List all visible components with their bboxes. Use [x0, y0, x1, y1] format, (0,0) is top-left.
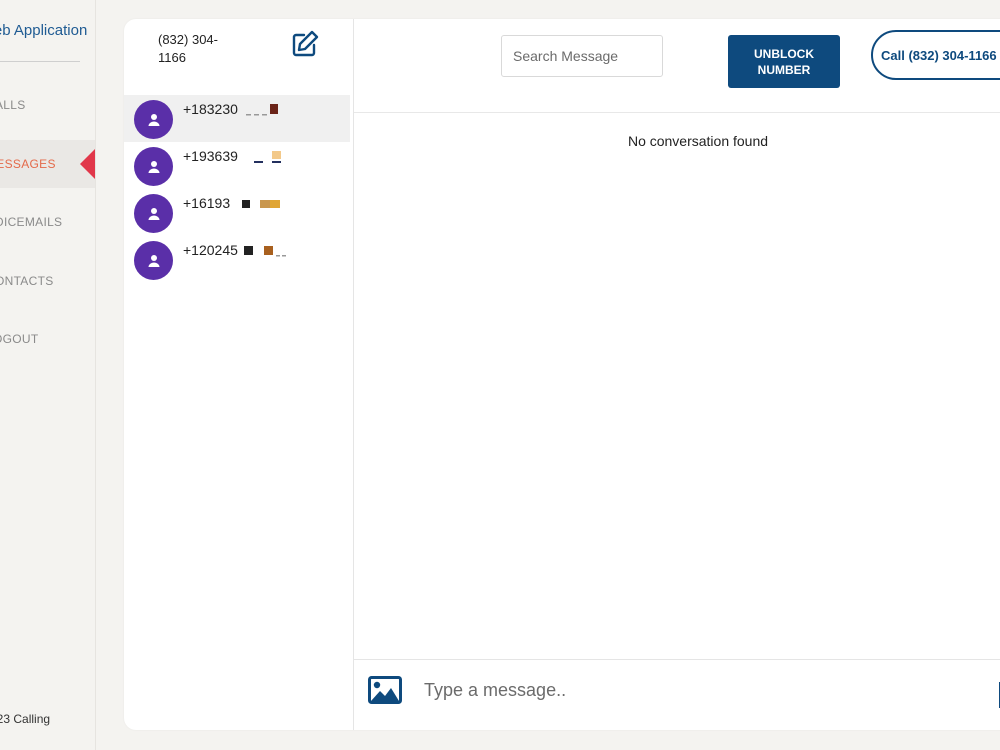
app-title: Web Application [0, 22, 88, 39]
nav-item-label: VOICEMAILS [0, 215, 63, 229]
conversation-number: +193639 [183, 148, 286, 165]
conversation-number-text: +16193 [183, 195, 231, 211]
conversation-number-text: +193639 [183, 148, 238, 164]
conversation-item[interactable]: +193639 [124, 142, 350, 189]
empty-state-text: No conversation found [627, 133, 769, 149]
user-icon [148, 113, 159, 126]
conversation-number-text: +183230 [183, 101, 238, 117]
message-composer [354, 659, 1000, 730]
divider [0, 61, 80, 62]
unblock-number-button[interactable]: UNBLOCK NUMBER [728, 35, 840, 88]
nav-item-label: CALLS [0, 98, 26, 112]
conversation-number: +183230 [183, 101, 286, 117]
user-icon [148, 160, 159, 173]
nav-item-contacts[interactable]: CONTACTS [0, 257, 95, 305]
conversation-header: UNBLOCK NUMBER Call (832) 304-1166 [354, 19, 1000, 113]
conversation-item[interactable]: +16193 [124, 189, 350, 236]
search-input[interactable] [501, 35, 663, 77]
conversation-pane: (832) 304-1166 +183230 +193639 +16193 +1… [124, 19, 354, 730]
nav-item-logout[interactable]: LOGOUT [0, 315, 95, 363]
avatar [134, 194, 173, 233]
messages-card: (832) 304-1166 +183230 +193639 +16193 +1… [124, 19, 1000, 730]
nav-item-label: LOGOUT [0, 332, 39, 346]
conversation-number: +120245 [183, 242, 288, 258]
compose-icon [292, 30, 319, 57]
avatar [134, 100, 173, 139]
conversation-number-text: +120245 [183, 242, 238, 258]
active-indicator [80, 148, 95, 180]
conversation-item[interactable]: +183230 [124, 95, 350, 142]
conversation-number: +16193 [183, 195, 282, 211]
nav-item-messages[interactable]: MESSAGES [0, 140, 95, 188]
footer-text: 123 Calling [0, 712, 51, 726]
compose-button[interactable] [290, 29, 320, 59]
conversation-item[interactable]: +120245 [124, 236, 350, 283]
redaction-mark [243, 246, 286, 257]
image-icon [368, 676, 402, 704]
attach-image-button[interactable] [368, 676, 402, 704]
own-number: (832) 304-1166 [158, 32, 218, 65]
message-input[interactable] [422, 672, 986, 708]
user-icon [148, 254, 159, 267]
user-icon [148, 207, 159, 220]
nav-item-label: CONTACTS [0, 274, 54, 288]
nav-item-calls[interactable]: CALLS [0, 81, 95, 129]
redaction-mark [245, 104, 278, 116]
nav-item-voicemails[interactable]: VOICEMAILS [0, 198, 95, 246]
nav-item-label: MESSAGES [0, 157, 56, 171]
redaction-mark [253, 151, 281, 164]
call-button[interactable]: Call (832) 304-1166 [871, 30, 1000, 80]
conversation-list: +183230 +193639 +16193 +120245 [124, 95, 350, 283]
app-sidebar: Web Application CALLS MESSAGES VOICEMAIL… [0, 0, 96, 750]
avatar [134, 241, 173, 280]
avatar [134, 147, 173, 186]
redaction-mark [242, 200, 280, 209]
